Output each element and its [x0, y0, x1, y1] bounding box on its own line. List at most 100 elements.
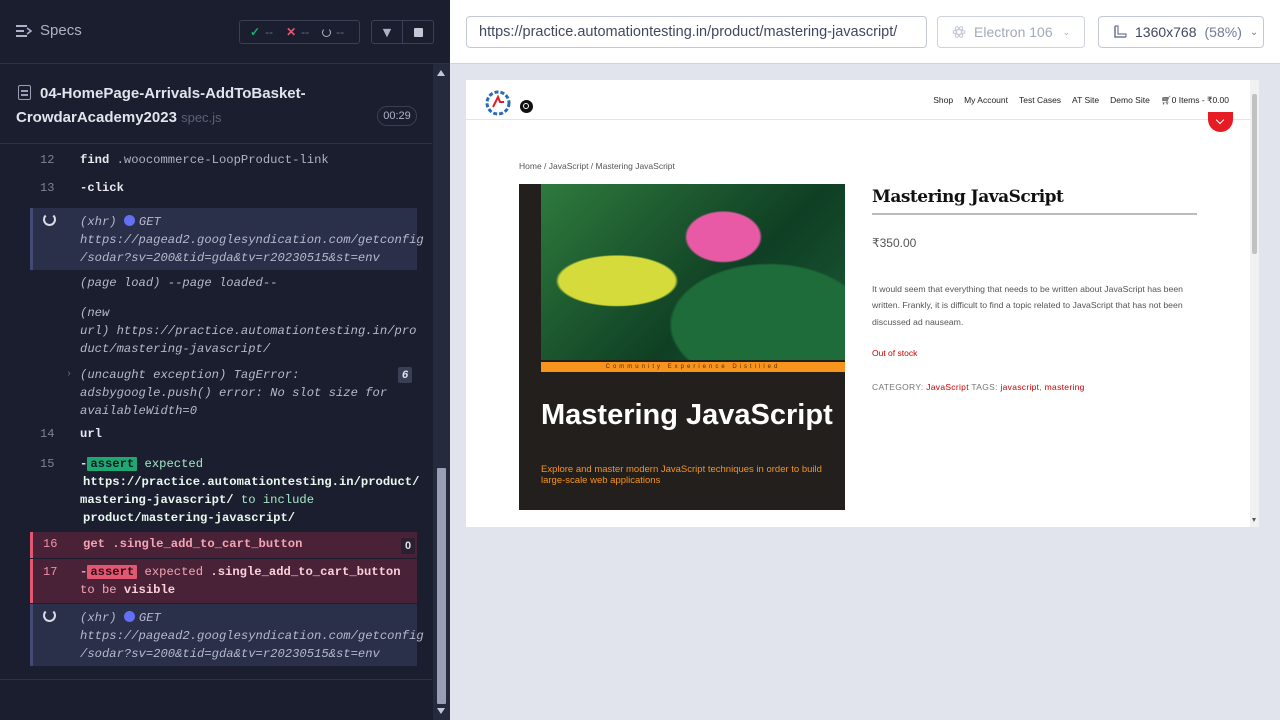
- xhr-label: (xhr) GET: [80, 213, 424, 231]
- scroll-down-icon[interactable]: [1252, 518, 1256, 522]
- assert-row-failed[interactable]: 17 - assert expected .single_add_to_cart_…: [30, 559, 417, 603]
- menu-demo-site[interactable]: Demo Site: [1110, 95, 1150, 106]
- cart-icon: 🛒︎: [1160, 95, 1172, 105]
- command-row-failed[interactable]: 16 get .single_add_to_cart_button 0: [30, 532, 417, 558]
- cart-total: 0 Items - ₹0.00: [1171, 95, 1229, 105]
- product-image[interactable]: Community Experience Distilled Mastering…: [519, 184, 845, 510]
- command-number: 14: [40, 427, 55, 441]
- divider: [0, 679, 432, 680]
- loading-icon: [43, 609, 56, 622]
- spec-title: 04-HomePage-Arrivals-AddToBasket- Crowda…: [16, 82, 316, 130]
- site-logo[interactable]: [484, 89, 512, 117]
- book-tagline: Community Experience Distilled: [541, 362, 845, 372]
- scrollbar-thumb[interactable]: [1252, 94, 1257, 254]
- site-header: Shop My Account Test Cases AT Site Demo …: [466, 80, 1251, 120]
- xhr-row[interactable]: (xhr) GET https://pagead2.googlesyndicat…: [30, 604, 424, 666]
- exception-type: TagError:: [233, 368, 300, 382]
- command-row[interactable]: 13 -click: [30, 181, 417, 203]
- assert-pill: assert: [87, 457, 138, 471]
- command-number: 16: [43, 537, 58, 551]
- aut-scrollbar[interactable]: [1250, 80, 1259, 527]
- viewport-info[interactable]: 1360x768 (58%) ⌄: [1098, 16, 1264, 48]
- category-link[interactable]: JavaScript: [926, 382, 969, 392]
- command-row[interactable]: 12 find .woocommerce-LoopProduct-link: [30, 153, 417, 175]
- aut-header: https://practice.automationtesting.in/pr…: [450, 0, 1280, 64]
- pending-icon: [322, 27, 332, 37]
- failed-icon: ✕: [286, 25, 297, 39]
- chevron-down-icon: ⌄: [1249, 26, 1259, 38]
- url-bar[interactable]: https://practice.automationtesting.in/pr…: [466, 16, 927, 48]
- breadcrumb[interactable]: Home / JavaScript / Mastering JavaScript: [519, 161, 675, 171]
- electron-icon: [952, 26, 966, 38]
- cart-dropdown-toggle[interactable]: [1208, 112, 1233, 132]
- test-stats: ✓ -- ✕ -- --: [239, 20, 360, 44]
- chevron-down-icon: ⌄: [1062, 26, 1071, 37]
- uncaught-exception-row[interactable]: › (uncaught exception) TagError: adsbygo…: [30, 366, 417, 422]
- page-load-text: (page load) --page loaded--: [80, 276, 278, 290]
- pending-count: --: [336, 25, 345, 39]
- product-meta: CATEGORY: JavaScript TAGS: javascript, m…: [872, 382, 1085, 392]
- spec-name-line1: 04-HomePage-Arrivals-AddToBasket-: [40, 85, 306, 102]
- new-url-line2: duct/mastering-javascript/: [80, 342, 271, 356]
- collapse-button[interactable]: ▼: [371, 20, 403, 44]
- product-price: ₹350.00: [872, 236, 917, 250]
- command-name: find: [80, 153, 110, 167]
- exception-message-tail: availableWidth=0: [80, 404, 198, 418]
- stop-button[interactable]: [402, 20, 434, 44]
- aut-panel: https://practice.automationtesting.in/pr…: [450, 0, 1280, 720]
- loading-icon: [43, 213, 56, 226]
- command-number: 17: [43, 565, 58, 579]
- assert-operator: to include: [240, 493, 315, 507]
- chevron-down-icon: ▼: [382, 25, 392, 39]
- assert-expected-value: visible: [123, 583, 176, 597]
- xhr-type: (xhr): [80, 611, 117, 625]
- new-url-label1: (new: [80, 306, 110, 320]
- new-url-row[interactable]: (new url) https://practice.automationtes…: [30, 304, 417, 360]
- ruler-icon: [1114, 25, 1127, 38]
- browser-name: Electron 106: [974, 24, 1053, 40]
- command-row[interactable]: 14 url: [30, 427, 417, 447]
- specs-label: Specs: [40, 22, 82, 39]
- xhr-url-line2: /sodar?sv=200&tid=gda&tv=r20230515&st=en…: [80, 647, 380, 661]
- command-selector: .woocommerce-LoopProduct-link: [116, 153, 329, 167]
- tag-link[interactable]: mastering: [1045, 382, 1085, 392]
- command-log-panel: Specs ✓ -- ✕ -- -- ▼ 04-HomePage-Arrival…: [0, 0, 450, 720]
- search-icon[interactable]: [520, 100, 533, 113]
- xhr-url-line1: https://pagead2.googlesyndication.com/ge…: [80, 629, 424, 643]
- assert-row-passed[interactable]: 15 - assert expected https://practice.aut…: [30, 455, 419, 531]
- command-selector: .single_add_to_cart_button: [112, 537, 303, 551]
- menu-test-cases[interactable]: Test Cases: [1019, 95, 1061, 106]
- book-cover-subtitle: Explore and master modern JavaScript tec…: [541, 464, 822, 486]
- menu-cart[interactable]: 🛒︎0 Items - ₹0.00: [1161, 95, 1229, 106]
- tag-link[interactable]: javascript: [1000, 382, 1039, 392]
- menu-shop[interactable]: Shop: [933, 95, 953, 106]
- menu-at-site[interactable]: AT Site: [1072, 95, 1099, 106]
- menu-my-account[interactable]: My Account: [964, 95, 1008, 106]
- site-menu: Shop My Account Test Cases AT Site Demo …: [933, 95, 1229, 106]
- product-description: It would seem that everything that needs…: [872, 284, 1184, 327]
- assert-expected: expected: [144, 565, 204, 579]
- command-name: -click: [80, 181, 124, 195]
- exception-message: adsbygoogle.push() error: No slot size f…: [80, 386, 388, 400]
- assert-operator: to be: [80, 583, 117, 597]
- menu-icon: [16, 24, 32, 37]
- page-load-row[interactable]: (page load) --page loaded--: [30, 276, 417, 296]
- scroll-up-icon[interactable]: [437, 70, 445, 76]
- browser-selector[interactable]: Electron 106 ⌄: [937, 16, 1085, 48]
- scroll-down-icon[interactable]: [437, 708, 445, 714]
- command-number: 12: [40, 153, 55, 167]
- command-log-scrollbar[interactable]: [433, 64, 450, 720]
- command-text: get .single_add_to_cart_button: [83, 537, 302, 551]
- xhr-method: GET: [138, 611, 161, 625]
- specs-button[interactable]: Specs: [16, 22, 82, 39]
- book-cover-title: Mastering JavaScript: [541, 399, 833, 431]
- passed-count: --: [265, 25, 274, 39]
- xhr-row[interactable]: (xhr) GET https://pagead2.googlesyndicat…: [30, 208, 424, 270]
- page-load-message: --page loaded--: [167, 276, 278, 290]
- xhr-url-line1: https://pagead2.googlesyndication.com/ge…: [80, 233, 424, 247]
- xhr-method: GET: [138, 215, 161, 229]
- scrollbar-thumb[interactable]: [437, 468, 446, 704]
- new-url-line1: https://practice.automationtesting.in/pr…: [116, 324, 417, 338]
- assert-value-line2: mastering-javascript/: [80, 493, 234, 507]
- command-name: get: [83, 537, 105, 551]
